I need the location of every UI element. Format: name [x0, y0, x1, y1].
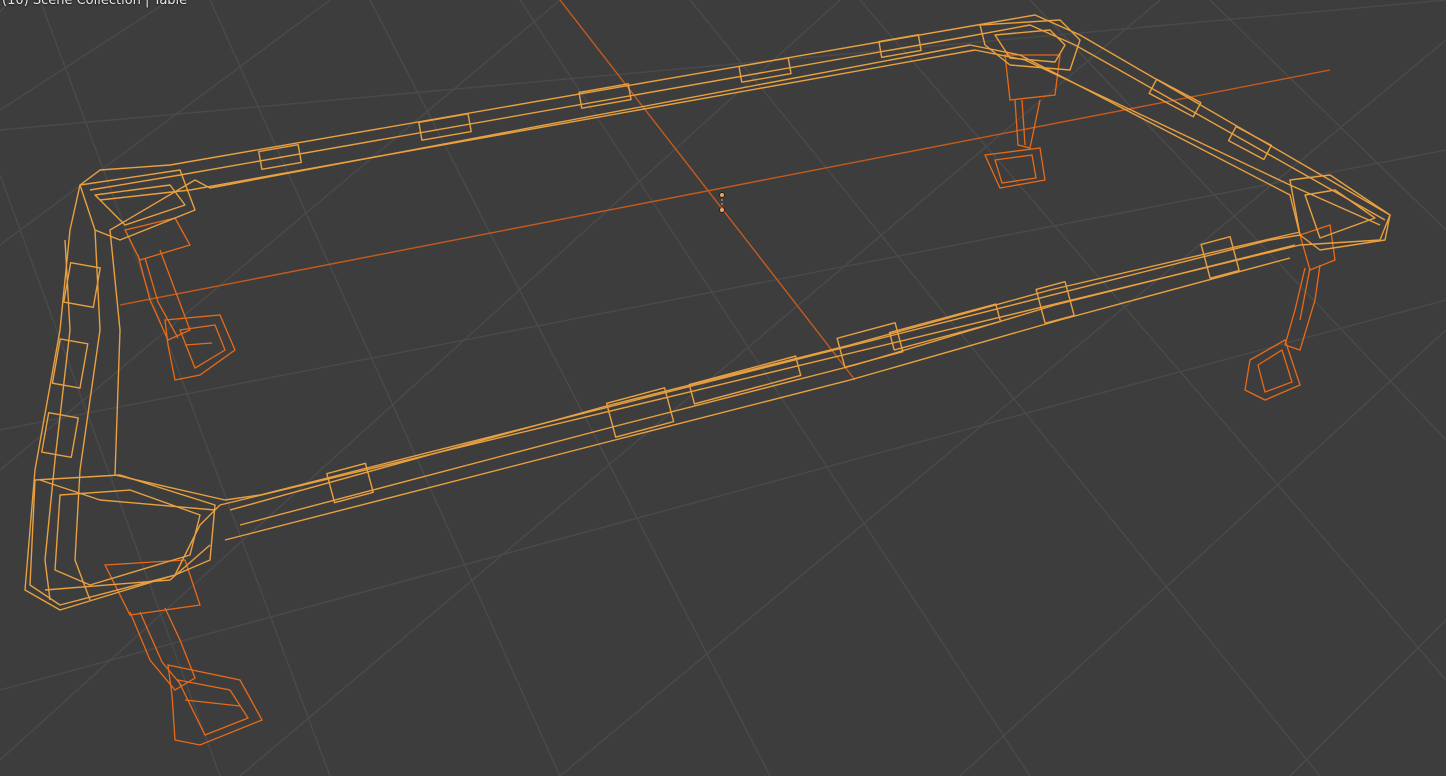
corner-front-left — [29, 474, 216, 606]
3d-viewport[interactable]: (10) Scene Collection | Table — [0, 0, 1446, 776]
table-frame[interactable] — [24, 14, 1391, 611]
leg-back-right — [984, 54, 1061, 189]
corner-back-left — [79, 169, 196, 241]
object-origin[interactable] — [719, 192, 725, 213]
leg-back-left — [124, 217, 236, 381]
leg-front-right — [1244, 224, 1336, 401]
world-axes — [119, 0, 1331, 381]
frame-outer-outline — [24, 14, 1391, 611]
viewport-header-text: (10) Scene Collection | Table — [2, 0, 188, 8]
x-axis-line — [119, 69, 1331, 306]
floor-grid — [0, 0, 1446, 776]
viewport-canvas[interactable] — [0, 0, 1446, 776]
